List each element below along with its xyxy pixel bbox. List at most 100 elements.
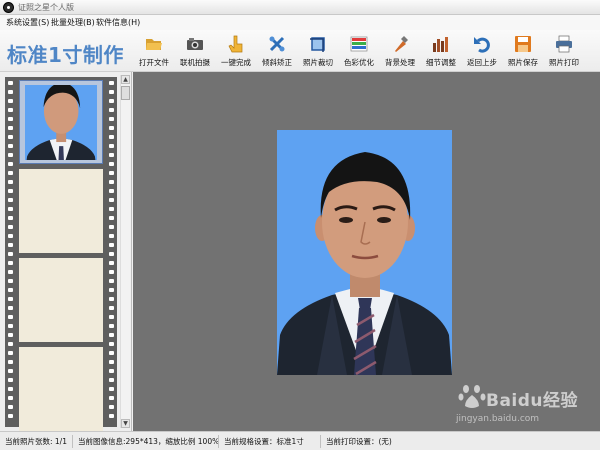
film-sprocket-hole: [109, 90, 114, 94]
menu-batch-processing[interactable]: 批量处理(B): [51, 17, 95, 28]
title-bar: 证照之星个人版: [0, 0, 600, 15]
film-sprocket-hole: [8, 306, 13, 310]
film-sprocket-hole: [8, 198, 13, 202]
film-sprocket-hole: [8, 189, 13, 193]
menu-bar: 系统设置(S) 批量处理(B) 软件信息(H): [0, 15, 600, 30]
film-sprocket-hole: [8, 252, 13, 256]
status-photo-count: 当前照片张数: 1/1: [5, 437, 67, 446]
film-sprocket-hole: [109, 297, 114, 301]
film-sprocket-hole: [8, 324, 13, 328]
film-sprocket-hole: [109, 396, 114, 400]
film-sprocket-hole: [109, 306, 114, 310]
open-file-button[interactable]: 打开文件: [134, 35, 174, 69]
film-sprocket-hole: [8, 270, 13, 274]
film-sprocket-hole: [8, 414, 13, 418]
scroll-down-icon[interactable]: ▼: [121, 419, 130, 428]
film-sprocket-hole: [109, 360, 114, 364]
film-sprocket-hole: [8, 378, 13, 382]
photo-canvas: Baidu经验 jingyan.baidu.com: [133, 72, 600, 431]
undo-step-button[interactable]: 返回上步: [462, 35, 502, 69]
thumbnail-frame-2[interactable]: [19, 169, 103, 253]
photo-crop-button[interactable]: 照片裁切: [298, 35, 338, 69]
film-sprocket-hole: [8, 396, 13, 400]
thumbnail-frame-3[interactable]: [19, 258, 103, 342]
film-sprocket-hole: [8, 81, 13, 85]
film-sprocket-hole: [8, 369, 13, 373]
menu-system-settings[interactable]: 系统设置(S): [6, 17, 49, 28]
detail-adjust-button[interactable]: 细节调整: [421, 35, 461, 69]
paw-logo-icon: [458, 385, 486, 408]
film-sprocket-hole: [109, 270, 114, 274]
tethered-shooting-button[interactable]: 联机拍摄: [175, 35, 215, 69]
film-sprocket-hole: [109, 351, 114, 355]
photo-save-button[interactable]: 照片保存: [503, 35, 543, 69]
film-sprocket-hole: [109, 234, 114, 238]
film-sprocket-hole: [109, 126, 114, 130]
film-sprocket-hole: [109, 207, 114, 211]
film-sprocket-hole: [109, 180, 114, 184]
status-print: 当前打印设置：(无): [326, 437, 392, 446]
thumbnail-frame-4[interactable]: [19, 347, 103, 431]
film-sprocket-hole: [8, 342, 13, 346]
one-click-complete-button[interactable]: 一键完成: [216, 35, 256, 69]
hand-click-icon: [228, 35, 243, 53]
film-sprocket-hole: [8, 351, 13, 355]
tilt-correction-button[interactable]: 倾斜矫正: [257, 35, 297, 69]
film-sprocket-hole: [8, 144, 13, 148]
scroll-up-icon[interactable]: ▲: [121, 75, 130, 84]
film-sprocket-hole: [8, 207, 13, 211]
status-image-info: 当前图像信息:295*413，缩放比例 100%: [78, 437, 220, 446]
folder-open-icon: [146, 39, 162, 50]
film-sprocket-hole: [109, 99, 114, 103]
photo-print-label: 照片打印: [549, 58, 579, 67]
film-sprocket-hole: [8, 288, 13, 292]
film-sprocket-hole: [8, 216, 13, 220]
toolbar: 标准1寸制作 打开文件 联机拍摄 一键完成 倾斜矫正 照片裁切 色彩优化 背景处…: [0, 30, 600, 72]
film-sprocket-hole: [109, 171, 114, 175]
film-sprocket-hole: [8, 387, 13, 391]
printer-icon: [556, 35, 572, 53]
film-sprocket-hole: [109, 342, 114, 346]
background-brush-icon: [395, 36, 408, 52]
photo-print-button[interactable]: 照片打印: [544, 35, 584, 69]
status-divider: [218, 435, 219, 448]
menu-software-info[interactable]: 软件信息(H): [96, 17, 140, 28]
film-sprocket-hole: [109, 378, 114, 382]
thumbnail-frame-1[interactable]: [19, 80, 103, 164]
film-sprocket-hole: [8, 261, 13, 265]
film-sprocket-hole: [8, 126, 13, 130]
film-sprocket-hole: [109, 315, 114, 319]
status-divider: [72, 435, 73, 448]
film-sprocket-hole: [8, 279, 13, 283]
background-process-button[interactable]: 背景处理: [380, 35, 420, 69]
app-logo-icon: [3, 2, 14, 13]
film-sprocket-hole: [109, 261, 114, 265]
status-spec: 当前规格设置：标准1寸: [224, 437, 304, 446]
film-sprocket-hole: [8, 315, 13, 319]
sidebar-scrollbar[interactable]: ▲ ▼: [120, 75, 130, 428]
film-sprocket-hole: [109, 243, 114, 247]
film-sprocket-hole: [8, 162, 13, 166]
film-sprocket-hole: [109, 153, 114, 157]
film-sprocket-hole: [109, 216, 114, 220]
film-sprocket-hole: [8, 297, 13, 301]
film-sprocket-hole: [8, 333, 13, 337]
rotate-tools-icon: [269, 36, 285, 52]
film-sprocket-hole: [8, 234, 13, 238]
film-sprocket-hole: [109, 279, 114, 283]
undo-arrow-icon: [474, 37, 490, 53]
film-sprocket-hole: [109, 369, 114, 373]
film-sprocket-hole: [109, 144, 114, 148]
film-sprocket-hole: [109, 162, 114, 166]
film-sprocket-hole: [8, 360, 13, 364]
color-optimize-button[interactable]: 色彩优化: [339, 35, 379, 69]
scrollbar-thumb[interactable]: [121, 86, 130, 100]
film-sprocket-hole: [8, 153, 13, 157]
save-floppy-icon: [515, 36, 531, 52]
film-sprocket-hole: [109, 324, 114, 328]
thumbnail-photo: [25, 85, 97, 160]
film-sprocket-hole: [109, 117, 114, 121]
film-sprocket-hole: [8, 90, 13, 94]
film-sprocket-hole: [8, 99, 13, 103]
film-sprocket-hole: [8, 117, 13, 121]
